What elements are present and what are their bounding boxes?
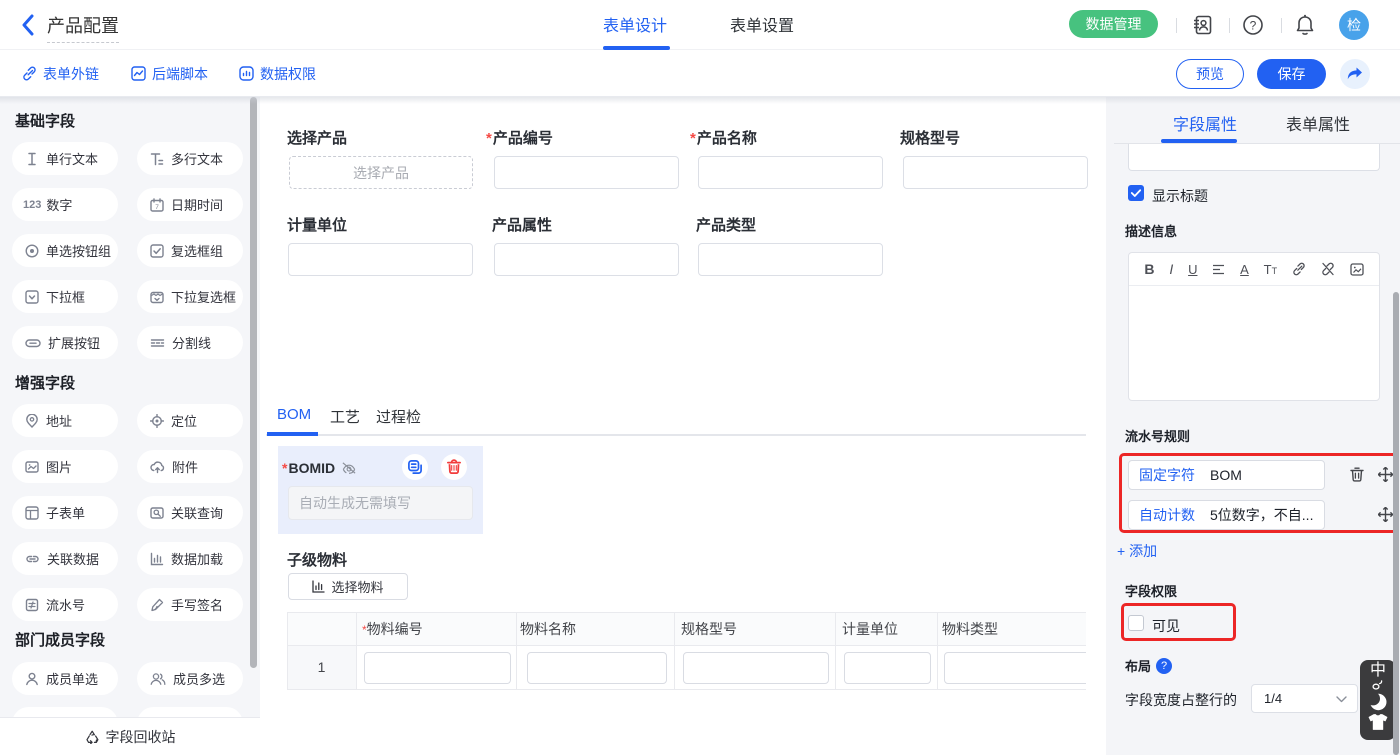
svg-text:7: 7 — [155, 204, 159, 211]
svg-text:?: ? — [1250, 19, 1257, 33]
